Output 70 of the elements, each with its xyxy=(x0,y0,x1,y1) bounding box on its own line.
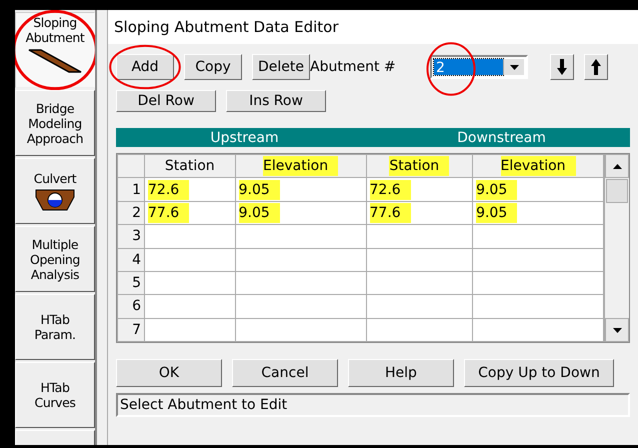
dropdown-arrow-icon xyxy=(510,64,518,70)
vertical-scrollbar[interactable] xyxy=(604,154,629,342)
scrollbar-thumb[interactable] xyxy=(606,179,628,203)
abutment-select[interactable]: 2 xyxy=(430,55,528,79)
table-cell[interactable]: 77.6 xyxy=(144,201,236,225)
table-cell[interactable] xyxy=(235,224,366,248)
status-bar: Select Abutment to Edit xyxy=(116,393,630,417)
sidebar-tab[interactable]: Bridge Modeling Approach xyxy=(15,90,95,156)
table-cell[interactable] xyxy=(472,294,604,318)
culvert-icon xyxy=(35,189,75,211)
dialog-button[interactable]: Cancel xyxy=(232,359,338,387)
sloping-abutment-icon xyxy=(27,48,83,74)
table-cell[interactable] xyxy=(366,224,473,248)
table-cell[interactable] xyxy=(144,248,236,272)
table-cell[interactable]: 9.05 xyxy=(472,201,604,225)
table-cell[interactable] xyxy=(472,248,604,272)
column-header: Elevation xyxy=(472,154,604,178)
sidebar-tab[interactable]: HTab Param. xyxy=(15,294,95,360)
table-cell[interactable]: 72.6 xyxy=(366,178,473,202)
table-cell[interactable] xyxy=(144,318,236,342)
row-number: 4 xyxy=(118,248,144,272)
table-cell[interactable]: 77.6 xyxy=(366,201,473,225)
table-cell[interactable] xyxy=(366,248,473,272)
column-header: Elevation xyxy=(235,154,366,178)
dialog-button[interactable]: OK xyxy=(116,359,222,387)
table-cell[interactable] xyxy=(235,248,366,272)
scroll-up-icon xyxy=(612,164,622,168)
table-cell[interactable] xyxy=(235,294,366,318)
up-arrow-icon xyxy=(591,59,601,75)
table-cell[interactable] xyxy=(472,224,604,248)
table-cell[interactable]: 72.6 xyxy=(144,178,236,202)
table-cell[interactable] xyxy=(472,318,604,342)
move-up-button[interactable] xyxy=(584,54,608,80)
table-cell[interactable] xyxy=(144,224,236,248)
table-cell[interactable] xyxy=(366,294,473,318)
table-cell[interactable]: 9.05 xyxy=(472,178,604,202)
toolbar-button[interactable]: Delete xyxy=(252,54,310,80)
group-header: Downstream xyxy=(456,130,547,146)
table-cell[interactable] xyxy=(144,294,236,318)
move-down-button[interactable] xyxy=(550,54,574,80)
row-button[interactable]: Del Row xyxy=(116,90,216,112)
table-cell[interactable] xyxy=(235,271,366,295)
row-number: 5 xyxy=(118,271,144,295)
table-cell[interactable]: 9.05 xyxy=(235,178,366,202)
table-cell[interactable] xyxy=(472,271,604,295)
table-cell[interactable] xyxy=(235,318,366,342)
abutment-label: Abutment # xyxy=(310,59,397,75)
sidebar-tab[interactable]: Sloping Abutment xyxy=(15,12,95,88)
table-cell[interactable] xyxy=(366,271,473,295)
row-number: 1 xyxy=(118,178,144,202)
row-number: 6 xyxy=(118,294,144,318)
row-number: 2 xyxy=(118,201,144,225)
sidebar-tab[interactable]: Culvert xyxy=(15,158,95,224)
column-header: Station xyxy=(144,154,236,178)
toolbar-button[interactable]: Add xyxy=(116,54,174,80)
sidebar-tab[interactable]: Multiple Opening Analysis xyxy=(15,226,95,292)
toolbar-button[interactable]: Copy xyxy=(184,54,242,80)
table-cell[interactable]: 9.05 xyxy=(235,201,366,225)
table-cell[interactable] xyxy=(144,271,236,295)
row-number: 7 xyxy=(118,318,144,342)
dialog-button[interactable]: Help xyxy=(348,359,454,387)
dialog-button[interactable]: Copy Up to Down xyxy=(464,359,614,387)
sidebar-tab[interactable]: HTab Curves xyxy=(15,362,95,428)
table-cell[interactable] xyxy=(366,318,473,342)
row-button[interactable]: Ins Row xyxy=(226,90,326,112)
group-header: Upstream xyxy=(209,130,280,146)
scroll-down-icon xyxy=(612,328,622,332)
row-number: 3 xyxy=(118,224,144,248)
down-arrow-icon xyxy=(557,59,567,75)
column-header: Station xyxy=(366,154,473,178)
